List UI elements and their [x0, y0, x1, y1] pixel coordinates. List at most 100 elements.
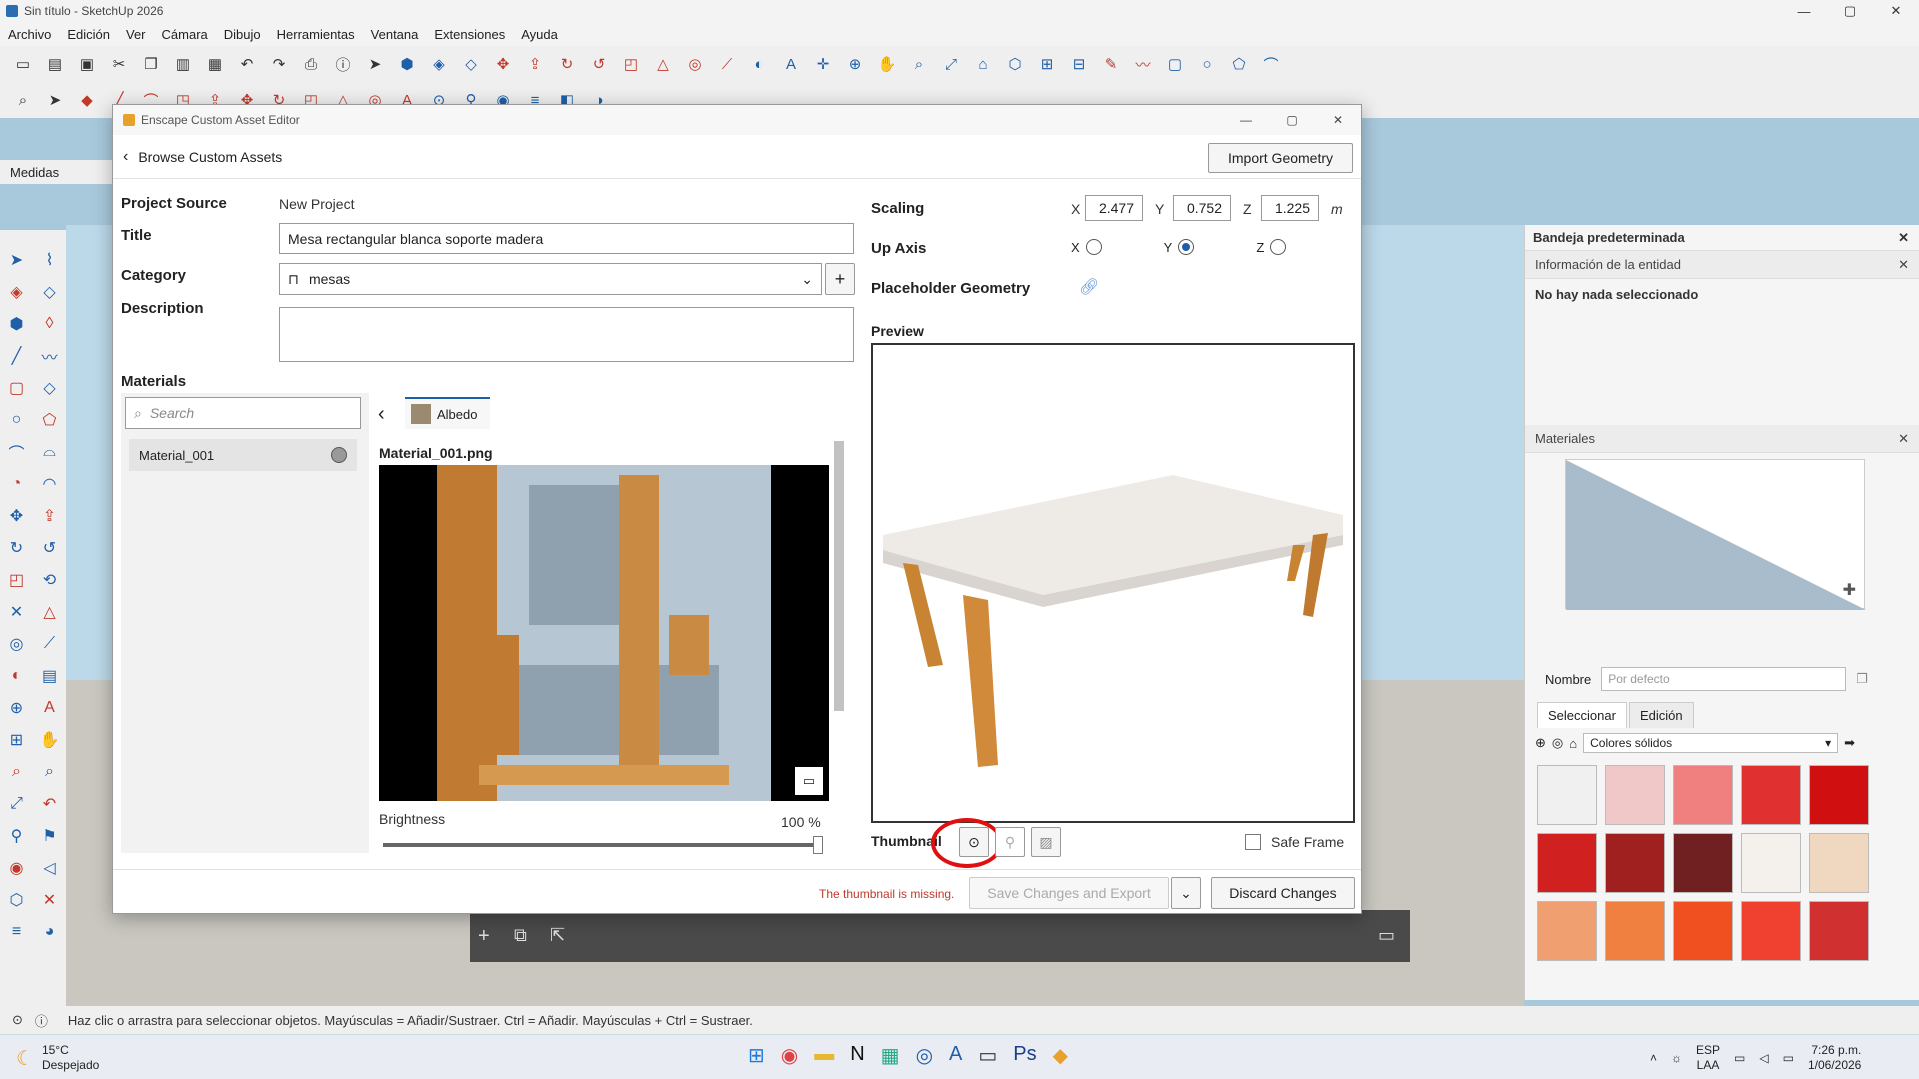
create-material-icon[interactable]: ✚: [1843, 580, 1856, 600]
move-icon[interactable]: ✥: [490, 51, 516, 77]
tray-close-icon[interactable]: ✕: [1898, 230, 1909, 246]
discard-changes-button[interactable]: Discard Changes: [1211, 877, 1355, 909]
material-swatch[interactable]: [1741, 833, 1801, 893]
menu-extensiones[interactable]: Extensiones: [426, 27, 513, 42]
brightness-slider[interactable]: [383, 836, 823, 854]
material-list-item[interactable]: Material_001: [129, 439, 357, 471]
dialog-minimize-icon[interactable]: —: [1223, 105, 1269, 135]
tray-chevron-icon[interactable]: ˄: [1650, 1051, 1657, 1065]
axis-x-radio[interactable]: [1085, 239, 1102, 255]
brightness-icon[interactable]: ☼: [1671, 1051, 1682, 1065]
walk-tool-icon[interactable]: ⚑: [33, 820, 66, 852]
zoom-extents-icon[interactable]: ⤢: [938, 51, 964, 77]
axes-icon[interactable]: ✛: [810, 51, 836, 77]
rotate-tool-icon[interactable]: ↻: [0, 532, 33, 564]
viewport-export-icon[interactable]: ⇱: [550, 925, 565, 946]
material-swatch[interactable]: [1673, 901, 1733, 961]
line-tool-icon[interactable]: ╱: [0, 340, 33, 372]
material-swatch[interactable]: [1809, 901, 1869, 961]
scale-y-input[interactable]: 0.752: [1173, 195, 1231, 221]
description-input[interactable]: [279, 307, 854, 362]
zoom-window-icon[interactable]: ⌕: [10, 87, 36, 113]
flip-tool-icon[interactable]: ✕: [0, 596, 33, 628]
sketchup-app-icon[interactable]: ◎: [916, 1043, 933, 1068]
notion-icon[interactable]: N: [850, 1043, 864, 1068]
material-swatch[interactable]: [1537, 901, 1597, 961]
terminal-icon[interactable]: ▭: [978, 1043, 997, 1068]
eraser-red-icon[interactable]: ◆: [74, 87, 100, 113]
arc2-tool-icon[interactable]: ⌓: [33, 436, 66, 468]
weather-widget[interactable]: ☾ 15°C Despejado: [16, 1043, 99, 1073]
save-options-button[interactable]: ⌄: [1171, 877, 1201, 909]
rectangle-icon[interactable]: ▢: [1162, 51, 1188, 77]
material-swatch[interactable]: [1741, 765, 1801, 825]
tab-seleccionar[interactable]: Seleccionar: [1537, 702, 1627, 728]
look-tool-icon[interactable]: ◉: [0, 852, 33, 884]
warehouse-tool-icon[interactable]: ⬡: [0, 884, 33, 916]
spreadsheet-icon[interactable]: ▦: [881, 1043, 900, 1068]
home-icon[interactable]: ⌂: [1569, 736, 1577, 751]
link-icon[interactable]: 🔗︎: [1079, 277, 1099, 297]
hand-tool-icon[interactable]: ✋: [33, 724, 66, 756]
autocad-icon[interactable]: A: [949, 1043, 962, 1068]
dim-tool-icon[interactable]: ⟋: [33, 628, 66, 660]
print-icon[interactable]: ⎙: [298, 51, 324, 77]
material-swatch[interactable]: [1673, 765, 1733, 825]
category-select[interactable]: ⊓ mesas ⌄: [279, 263, 822, 295]
tape-measure-icon[interactable]: ◎: [682, 51, 708, 77]
move-tool-icon[interactable]: ✥: [0, 500, 33, 532]
material-swatch[interactable]: [1673, 833, 1733, 893]
follow-me-icon[interactable]: ↺: [586, 51, 612, 77]
eraser-icon[interactable]: ◇: [458, 51, 484, 77]
pie-tool-icon[interactable]: ◔: [0, 468, 33, 500]
safe-frame-checkbox[interactable]: [1245, 834, 1261, 850]
entity-close-icon[interactable]: ✕: [1898, 257, 1909, 273]
section-tool-icon[interactable]: ⊞: [0, 724, 33, 756]
polygon-tool-icon[interactable]: ⬠: [33, 404, 66, 436]
material-swatch[interactable]: [1537, 833, 1597, 893]
library-select[interactable]: Colores sólidos ▾: [1583, 733, 1839, 753]
component-icon[interactable]: ⬢: [394, 51, 420, 77]
tag-icon[interactable]: ◊: [33, 308, 66, 340]
follow-tool-icon[interactable]: ↺: [33, 532, 66, 564]
material-name-input[interactable]: Por defecto: [1601, 667, 1847, 691]
import-geometry-button[interactable]: Import Geometry: [1208, 143, 1353, 173]
protractor-tool-icon[interactable]: ◐: [0, 660, 33, 692]
offset-icon[interactable]: △: [650, 51, 676, 77]
push-tool-icon[interactable]: ⇪: [33, 500, 66, 532]
paste-icon[interactable]: ▥: [170, 51, 196, 77]
enscape-app-icon[interactable]: ◆: [1053, 1043, 1068, 1068]
chat-tool-icon[interactable]: ◕: [33, 916, 66, 948]
offset-tool-icon[interactable]: ⟲: [33, 564, 66, 596]
position-camera-icon[interactable]: ⚲: [0, 820, 33, 852]
add-to-model-icon[interactable]: ⊕: [1535, 735, 1546, 751]
section-plane-icon[interactable]: ⊞: [1034, 51, 1060, 77]
tab-edicion[interactable]: Edición: [1628, 702, 1694, 728]
save-export-button[interactable]: Save Changes and Export: [969, 877, 1169, 909]
lang-code[interactable]: ESP: [1696, 1043, 1720, 1058]
title-input[interactable]: Mesa rectangular blanca soporte madera: [279, 223, 854, 254]
material-swatch[interactable]: [1809, 765, 1869, 825]
maximize-icon[interactable]: ▢: [1827, 0, 1873, 22]
zoom-win-tool-icon[interactable]: ⌕: [33, 756, 66, 788]
menu-archivo[interactable]: Archivo: [0, 27, 59, 42]
rectangle-tool-icon[interactable]: ▢: [0, 372, 33, 404]
tab-albedo[interactable]: Albedo: [405, 397, 490, 429]
scale-x-input[interactable]: 2.477: [1085, 195, 1143, 221]
materials-close-icon[interactable]: ✕: [1898, 431, 1909, 447]
materials-search-input[interactable]: ⌕ Search: [125, 397, 361, 429]
3dtext-tool-icon[interactable]: A: [33, 692, 66, 724]
info-icon[interactable]: ⓘ: [330, 51, 356, 77]
arc-tool-icon[interactable]: ⌒: [0, 436, 33, 468]
material-swatch[interactable]: [1741, 901, 1801, 961]
duplicate-material-icon[interactable]: ❐: [1856, 671, 1868, 687]
status-info-icon[interactable]: ⓘ: [35, 1011, 48, 1030]
texture-folder-icon[interactable]: ▭: [795, 767, 823, 795]
prev-tool-icon[interactable]: ↶: [33, 788, 66, 820]
material-swatch[interactable]: [1537, 765, 1597, 825]
dimension-icon[interactable]: ⟋: [714, 51, 740, 77]
materials-section[interactable]: Materiales ✕: [1525, 425, 1919, 453]
mirror-tool-icon[interactable]: △: [33, 596, 66, 628]
file-explorer-icon[interactable]: ▬: [814, 1043, 834, 1068]
viewport-add-icon[interactable]: +: [478, 925, 490, 948]
